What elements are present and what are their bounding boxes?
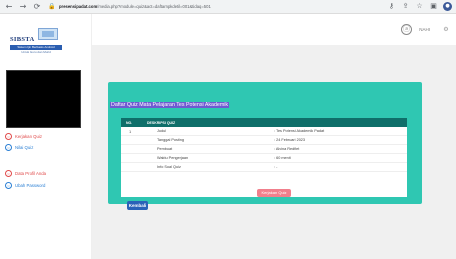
top-header: ⓐ NAHI ⚙ [92,14,456,46]
back-button[interactable]: Kembali [127,201,148,210]
table-row: Pembuat : Alvina Redfiet [121,145,407,154]
row-label: Waktu Pengerjaan [157,156,189,160]
circle-icon: ○ [5,133,12,140]
table-row: Tanggal Posting : 24 Februari 2023 [121,136,407,145]
lock-icon: 🔒 [48,3,56,10]
sidebar-item-ubah-password[interactable]: ○ Ubah Password [5,182,89,189]
sidebar-item-label: Data Profil Anda [15,171,47,176]
row-label: Judul [157,129,167,133]
row-label: Info Soal Quiz [157,165,181,169]
profile-photo [6,70,81,128]
browser-actions: ⚷ ⇪ ☆ ▣ ● [387,2,452,11]
row-value: : - [274,165,278,169]
column-header-no: NO. [126,120,133,125]
sidebar-item-label: Ubah Password [15,183,46,188]
gear-icon[interactable]: ⚙ [442,26,450,34]
quiz-table: 1 Judul : Tes Potensi Akademik Padat Tan… [121,127,407,197]
back-arrow-icon[interactable]: ← [4,2,14,12]
logo-title: SIBSTA [10,36,35,43]
main-content: Daftar Quiz Mata Pelajaran Tes Potensi A… [92,46,456,259]
address-bar[interactable]: presensipadat.com/media.php?module=quiz&… [59,4,319,9]
sidebar-item-kerjakan-quiz[interactable]: ○ Kerjakan Quiz [5,133,89,140]
extensions-icon[interactable]: ▣ [429,2,438,11]
sidebar-item-data-profil[interactable]: ○ Data Profil Anda [5,170,89,177]
user-name[interactable]: NAHI [419,27,430,32]
column-header-deskripsi: DESKRIPSI QUIZ [147,120,176,125]
logo-subtitle: Untuk Guru dan Murid [21,50,51,54]
circle-icon: ○ [5,182,12,189]
table-header: NO. DESKRIPSI QUIZ [121,118,407,127]
url-domain: presensipadat.com [59,4,98,9]
row-value: : Alvina Redfiet [274,147,300,151]
star-icon[interactable]: ☆ [415,2,424,11]
sidebar: SIBSTA Sistem Ijin Berbasis Android Untu… [0,14,92,259]
logo-image [38,28,58,40]
browser-toolbar: ← → ⟳ 🔒 presensipadat.com/media.php?modu… [0,0,456,14]
row-value: : 60 menit [274,156,291,160]
forward-arrow-icon[interactable]: → [18,2,28,12]
sidebar-item-label: Nilai Quiz [15,145,34,150]
card-title: Daftar Quiz Mata Pelajaran Tes Potensi A… [110,102,230,108]
app-logo[interactable]: SIBSTA Sistem Ijin Berbasis Android Untu… [10,28,62,58]
row-label: Pembuat [157,147,173,151]
kerjakan-quiz-button[interactable]: Kerjakan Quiz [257,189,291,197]
sidebar-item-label: Kerjakan Quiz [15,134,42,139]
circle-icon: ○ [5,170,12,177]
table-row: Judul : Tes Potensi Akademik Padat [121,127,407,136]
table-row: Waktu Pengerjaan : 60 menit [121,154,407,163]
row-value: : 24 Februari 2023 [274,138,306,142]
profile-icon[interactable]: ● [443,2,452,11]
row-value: : Tes Potensi Akademik Padat [274,129,325,133]
key-icon[interactable]: ⚷ [387,2,396,11]
reload-icon[interactable]: ⟳ [32,2,42,12]
row-label: Tanggal Posting [157,138,185,142]
quiz-card: Daftar Quiz Mata Pelajaran Tes Potensi A… [108,82,422,204]
user-avatar-icon[interactable]: ⓐ [401,24,412,35]
circle-icon: ○ [5,144,12,151]
url-path: /media.php?module=quiz&act=daftarnpkdeti… [97,4,211,9]
sidebar-item-nilai-quiz[interactable]: ○ Nilai Quiz [5,144,89,151]
share-icon[interactable]: ⇪ [401,2,410,11]
table-row: Info Soal Quiz : - [121,163,407,172]
